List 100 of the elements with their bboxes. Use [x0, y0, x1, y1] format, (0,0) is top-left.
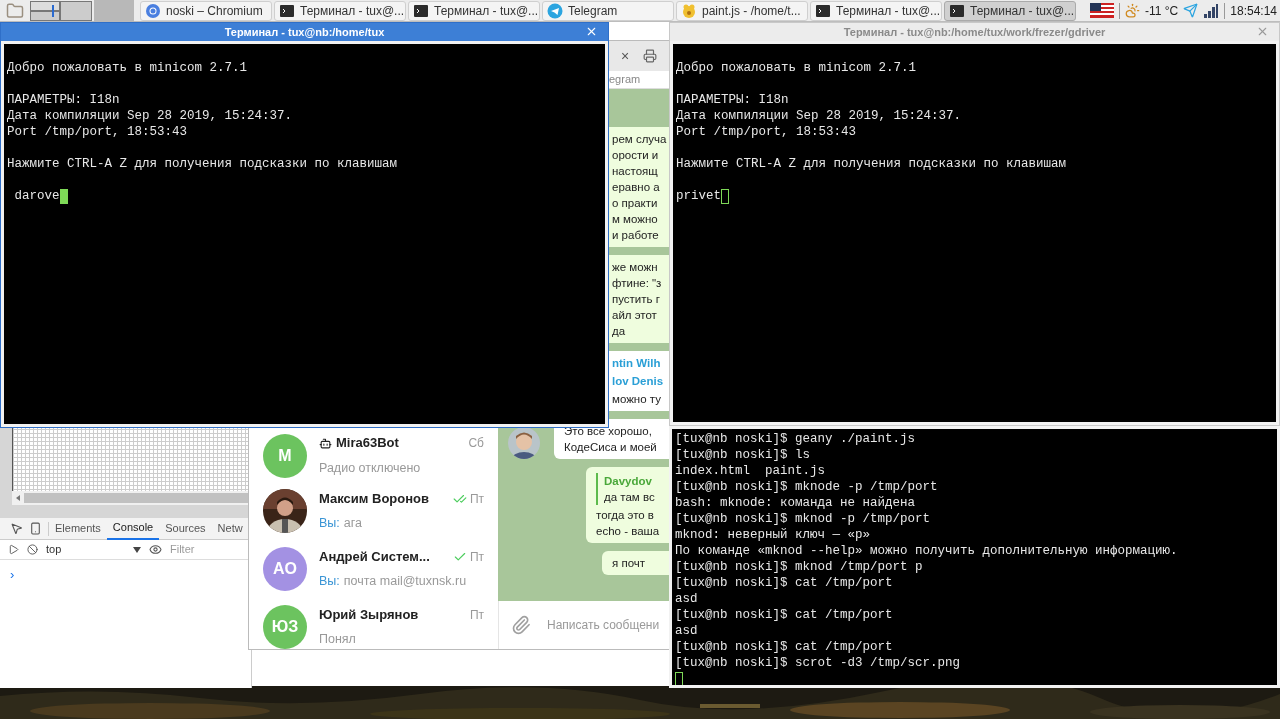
taskbar-button[interactable]: Telegram	[542, 0, 674, 21]
chat-list-item[interactable]: M Mira63Bot Сб Радио отключено	[249, 429, 498, 482]
eye-icon[interactable]	[149, 543, 162, 556]
folder-icon[interactable]	[6, 1, 24, 20]
terminal-line: Нажмите CTRL-A Z для получения подсказки по клавишам	[676, 156, 1067, 172]
chat-date: Пт	[469, 606, 484, 624]
message-line: фтине: "з	[612, 276, 662, 291]
devtools-tab[interactable]: Netw	[211, 517, 249, 540]
avatar: ЮЗ	[263, 605, 307, 649]
attach-icon[interactable]	[511, 615, 531, 635]
chat-sender: Вы:	[319, 515, 340, 533]
printer-icon[interactable]	[643, 49, 658, 63]
chat-preview: Понял	[319, 631, 356, 649]
telegram-tray-icon[interactable]	[1183, 3, 1199, 18]
chat-list-item[interactable]: Максим Воронов Пт Вы: ага	[249, 482, 498, 540]
devtools-tab[interactable]: Sources	[159, 517, 212, 540]
chat-name: Максим Воронов	[319, 489, 429, 508]
tab-title: egram	[609, 73, 641, 85]
inspect-icon[interactable]	[10, 522, 23, 535]
clear-console-icon[interactable]	[27, 544, 38, 555]
taskbar-button[interactable]: Терминал - tux@...	[810, 0, 942, 21]
message-line: айл этот	[612, 308, 657, 323]
avatar: M	[263, 433, 307, 478]
typed-text: privet	[676, 188, 721, 204]
chat-sender: Вы:	[319, 573, 340, 591]
message-line: КодеСиса и моей	[564, 440, 657, 455]
message-field[interactable]: Написать сообщени	[547, 616, 665, 634]
message-line: я почт	[612, 556, 646, 571]
message-line: пустить г	[612, 292, 660, 307]
terminal-line: Добро пожаловать в minicom 2.7.1	[676, 60, 917, 76]
taskbar-button[interactable]: paint.js - /home/t...	[676, 0, 808, 21]
window-title: Терминал - tux@nb:/home/tux/work/frezer/gdriver	[843, 24, 1106, 40]
terminal-line: Дата компиляции Sep 28 2019, 15:24:37.	[676, 108, 962, 124]
terminal-line: Port /tmp/port, 18:53:43	[676, 124, 857, 140]
taskbar-button[interactable]: noski – Chromium	[140, 0, 272, 21]
terminal-line: [tux@nb noski]$ scrot -d3 /tmp/scr.png	[675, 655, 961, 671]
dropdown-caret-icon	[133, 546, 141, 553]
terminal-line: Дата компиляции Sep 28 2019, 15:24:37.	[7, 108, 293, 124]
terminal-icon	[815, 2, 831, 19]
terminal-line: ПАРАМЕТРЫ: I18n	[676, 92, 789, 108]
quote-author: Davydov	[604, 474, 652, 489]
message-line: и работе	[612, 228, 659, 243]
taskbar-button[interactable]: Терминал - tux@...	[944, 0, 1076, 21]
close-icon[interactable]	[585, 25, 598, 38]
terminal-line: index.html paint.js	[675, 463, 826, 479]
terminal-line: asd	[675, 623, 698, 639]
console-prompt[interactable]: ›	[10, 567, 15, 582]
chat-preview: ага	[343, 515, 362, 533]
device-icon[interactable]	[29, 522, 42, 535]
terminal-line: [tux@nb noski]$ geany ./paint.js	[675, 431, 916, 447]
chat-date: Пт	[469, 490, 484, 508]
chat-name: Mira63Bot	[336, 434, 399, 453]
weather-icon[interactable]	[1125, 3, 1140, 18]
horizontal-scrollbar[interactable]	[12, 491, 251, 505]
workspace-pager[interactable]	[30, 0, 92, 21]
filter-field[interactable]: Filter	[170, 541, 230, 558]
quote-text: да там вс	[604, 490, 655, 505]
quote-author: lov Denis	[612, 374, 664, 389]
taskbar-button[interactable]: Терминал - tux@...	[274, 0, 406, 21]
terminal-icon	[413, 2, 429, 19]
clock: 18:54:14	[1230, 2, 1277, 20]
sidebar-toggle-icon[interactable]	[8, 544, 19, 555]
telegram-icon	[547, 2, 563, 19]
terminal-line: Нажмите CTRL-A Z для получения подсказки по клавишам	[7, 156, 398, 172]
devtools-tab[interactable]: Elements	[49, 517, 107, 540]
terminal-line: [tux@nb noski]$ mknode -p /tmp/port	[675, 479, 938, 495]
terminal-line: [tux@nb noski]$ ls	[675, 447, 811, 463]
close-icon[interactable]	[1256, 25, 1269, 38]
message-line: рем случа	[612, 132, 667, 147]
message-line: орости и	[612, 148, 659, 163]
chat-preview: Радио отключено	[319, 459, 421, 477]
message-line: да	[612, 324, 626, 339]
devtools-tab[interactable]: Console	[106, 517, 160, 540]
editor-icon	[681, 2, 697, 19]
message-line: еравно а	[612, 180, 660, 195]
chat-name: Андрей Систем...	[319, 547, 430, 566]
flag-icon[interactable]	[1090, 3, 1114, 18]
terminal-line: По команде «mknod --help» можно получить дополнительную информацию.	[675, 543, 1178, 559]
terminal-line: [tux@nb noski]$ cat /tmp/port	[675, 607, 893, 623]
terminal-line: [tux@nb noski]$ cat /tmp/port	[675, 575, 893, 591]
terminal-line: asd	[675, 591, 698, 607]
chat-date: Пт	[469, 548, 484, 566]
terminal-line: [tux@nb noski]$ mknod /tmp/port p	[675, 559, 923, 575]
terminal-line: Добро пожаловать в minicom 2.7.1	[7, 60, 248, 76]
message-line: тогда это в	[596, 508, 654, 523]
message-line: о практи	[612, 196, 658, 211]
typed-text: darove	[13, 188, 60, 204]
terminal-line: [tux@nb noski]$ mknod -p /tmp/port	[675, 511, 931, 527]
terminal-line: Port /tmp/port, 18:53:43	[7, 124, 188, 140]
taskbar-button[interactable]: Терминал - tux@...	[408, 0, 540, 21]
context-select[interactable]: top	[46, 541, 141, 558]
terminal-line: [tux@nb noski]$ cat /tmp/port	[675, 639, 893, 655]
tab-close-button[interactable]: ×	[621, 45, 630, 67]
chat-list-item[interactable]: АО Андрей Систем... Пт Вы: почта mail@tuxnsk.ru	[249, 540, 498, 598]
chat-list-item[interactable]: ЮЗ Юрий Зырянов Пт Понял	[249, 598, 498, 649]
terminal-icon	[279, 2, 295, 19]
message-line: можно ту	[612, 392, 661, 407]
message-line: м можно	[612, 212, 658, 227]
terminal-line: ПАРАМЕТРЫ: I18n	[7, 92, 120, 108]
signal-icon[interactable]	[1203, 2, 1220, 19]
